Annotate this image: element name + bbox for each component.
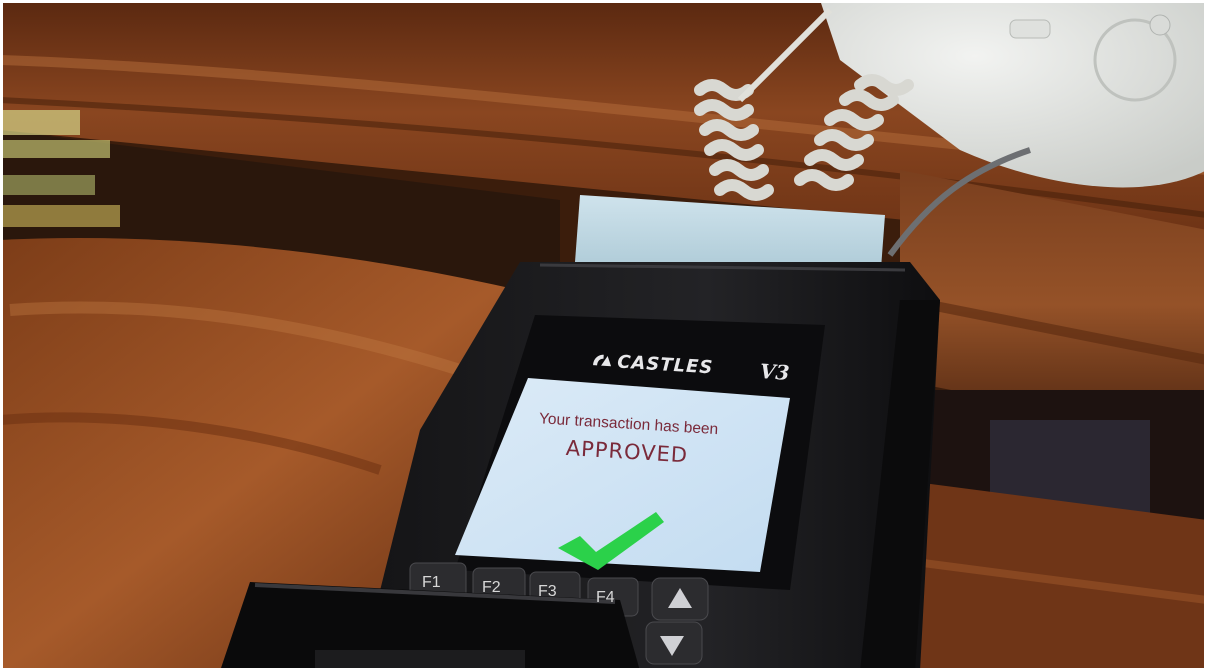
pos-terminal-photo	[0, 0, 1207, 671]
photo-frame: CASTLES V3 Your transaction has been APP…	[0, 0, 1207, 671]
